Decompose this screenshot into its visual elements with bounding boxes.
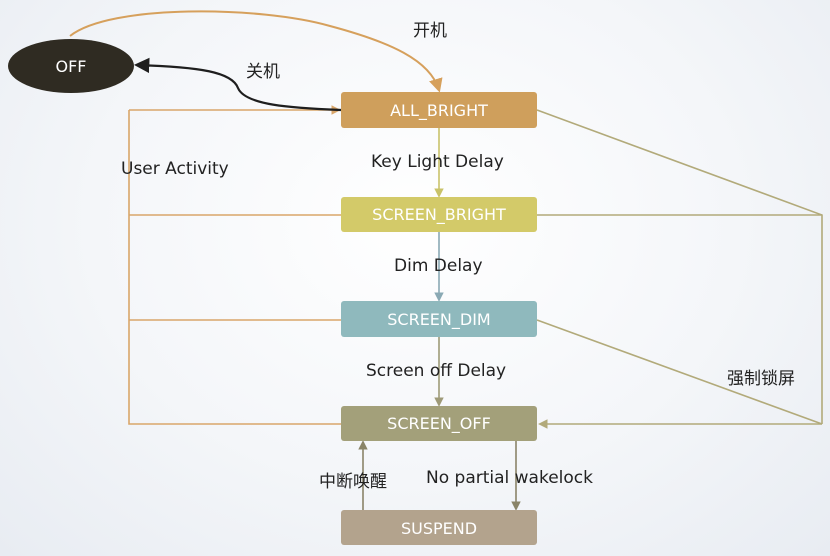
user-activity-lines [128,105,341,425]
label-power-off: 关机 [246,62,280,82]
node-screen-bright: SCREEN_BRIGHT [341,197,537,232]
node-screen-dim-label: SCREEN_DIM [387,310,490,330]
node-off: OFF [8,39,134,93]
node-screen-bright-label: SCREEN_BRIGHT [372,205,506,225]
label-key-light-delay: Key Light Delay [371,152,504,172]
label-interrupt-wake: 中断唤醒 [319,472,387,492]
label-dim-delay: Dim Delay [394,256,483,276]
node-all-bright: ALL_BRIGHT [341,92,537,128]
node-suspend-label: SUSPEND [401,519,477,538]
user-activity-from-screen-off [128,110,341,425]
node-screen-dim: SCREEN_DIM [341,301,537,337]
node-screen-off-label: SCREEN_OFF [387,414,491,434]
label-force-lock: 强制锁屏 [727,369,795,389]
label-power-on: 开机 [413,21,447,41]
node-suspend: SUSPEND [341,510,537,545]
power-off-arrow [133,57,342,112]
state-diagram: OFF ALL_BRIGHT SCREEN_BRIGHT SCREEN_DIM … [8,10,823,545]
label-screen-off-delay: Screen off Delay [366,361,506,381]
node-all-bright-label: ALL_BRIGHT [390,101,488,121]
node-off-label: OFF [56,57,87,76]
label-no-partial-wakelock: No partial wakelock [426,468,593,488]
node-screen-off: SCREEN_OFF [341,406,537,441]
label-user-activity: User Activity [121,159,229,179]
